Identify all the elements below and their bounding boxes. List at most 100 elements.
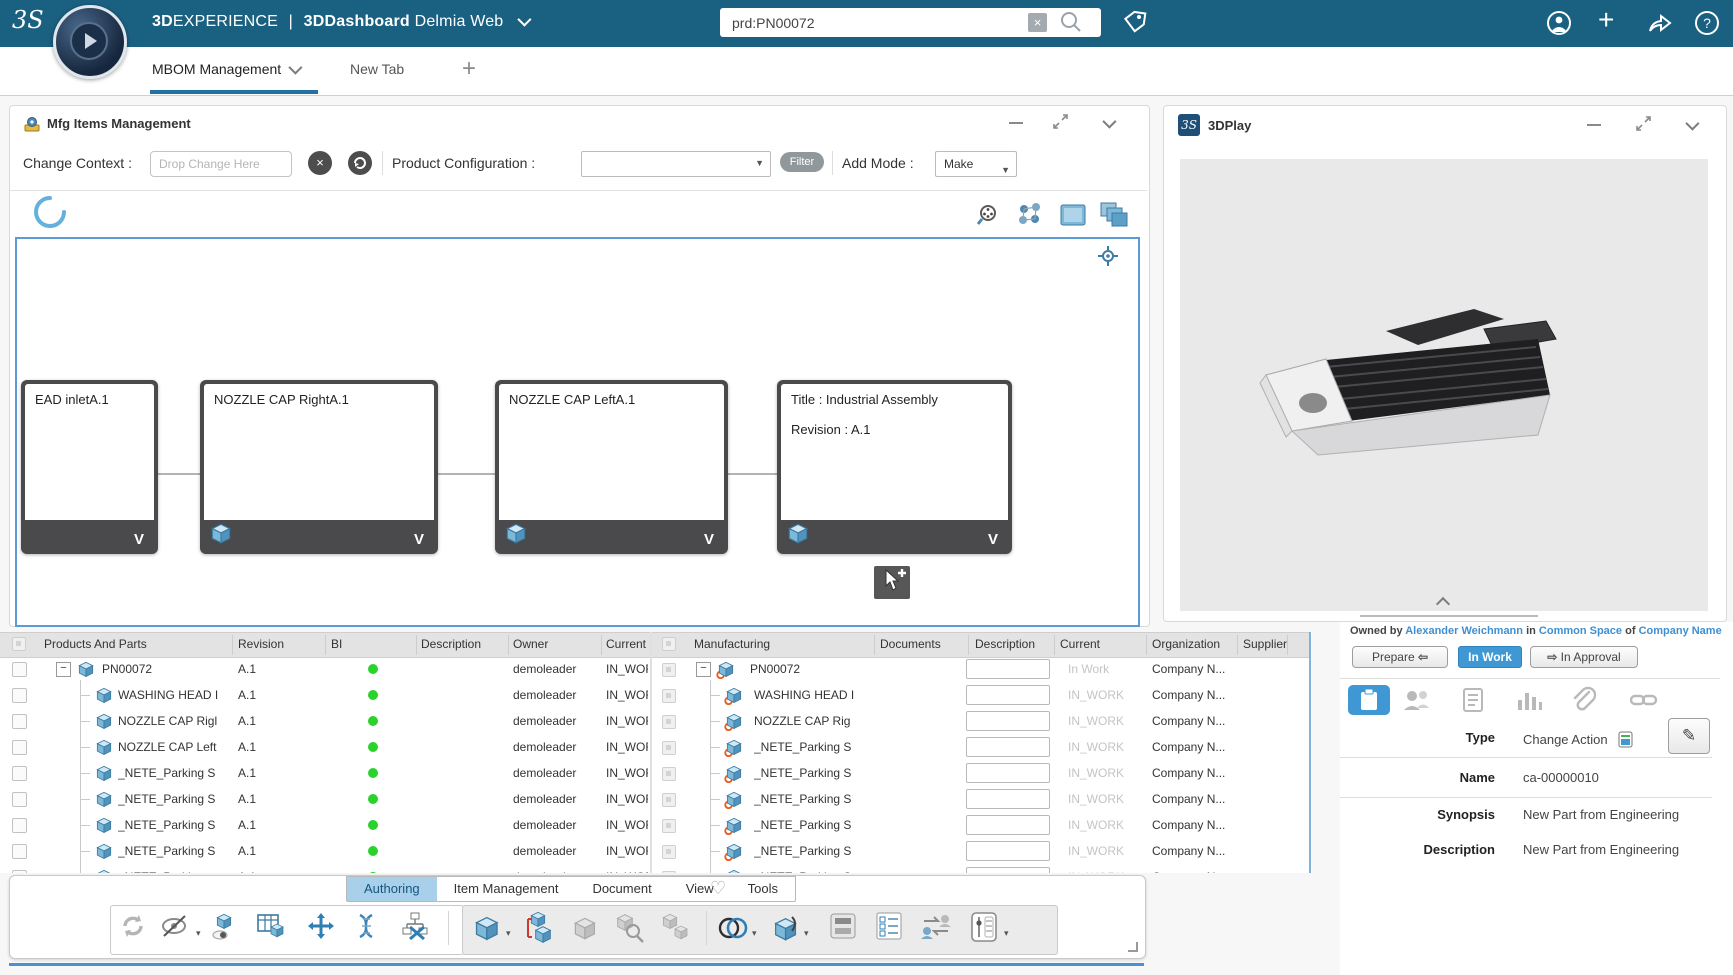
create-mfg-item-icon[interactable] <box>210 911 244 945</box>
collapse-chevron-icon[interactable] <box>1102 115 1116 129</box>
tab-details-icon[interactable] <box>1462 688 1484 717</box>
maximize-icon[interactable] <box>1636 116 1650 130</box>
clear-context-icon[interactable]: × <box>308 151 332 175</box>
col-bi[interactable]: BI <box>331 637 411 651</box>
mfg-card-industrial-assembly[interactable]: Title : Industrial Assembly Revision : A… <box>777 380 1012 554</box>
dropdown-caret-icon[interactable]: ▾ <box>752 928 757 939</box>
flexible-link-icon[interactable] <box>352 911 386 945</box>
search-input[interactable] <box>730 12 1024 34</box>
compare-icon[interactable] <box>716 911 750 945</box>
col-products-and-parts[interactable]: Products And Parts <box>44 637 228 651</box>
dropdown-caret-icon[interactable]: ▾ <box>506 928 511 939</box>
insert-in-table-icon[interactable] <box>256 911 290 945</box>
tab-statistics-icon[interactable] <box>1516 688 1542 717</box>
row-checkbox[interactable] <box>12 662 27 677</box>
tab-properties-clipboard-icon[interactable] <box>1348 685 1390 715</box>
product-row[interactable]: _NETE_ParkingA.1demoleaderIN_WORK <box>0 864 650 873</box>
filter-button[interactable]: Filter <box>780 152 824 172</box>
product-row[interactable]: NOZZLE CAP LeftA.1demoleaderIN_WORK <box>0 734 650 760</box>
viewport-scrollbar[interactable] <box>1360 615 1538 617</box>
tab-links-icon[interactable] <box>1630 688 1658 717</box>
row-checkbox[interactable] <box>12 792 27 807</box>
product-row[interactable]: WASHING HEAD IA.1demoleaderIN_WORK <box>0 682 650 708</box>
col-description[interactable]: Description <box>975 637 1055 651</box>
search-cube-icon[interactable] <box>612 911 646 945</box>
scope-cube-icon[interactable] <box>470 911 504 945</box>
toolbar-tab-authoring[interactable]: Authoring <box>347 877 437 901</box>
dropdown-caret-icon[interactable]: ▾ <box>804 928 809 939</box>
product-row[interactable]: _NETE_Parking SA.1demoleaderIN_WORK <box>0 812 650 838</box>
product-row[interactable]: −PN00072A.1demoleaderIN_WORK <box>0 656 650 682</box>
mfg-row[interactable]: _NETE_Parking SIN_WORKCompany N... <box>652 786 1310 812</box>
tab-attachments-icon[interactable] <box>1570 686 1596 717</box>
mfg-row[interactable]: _NETE_Parking SIN_WORKCompany N... <box>652 760 1310 786</box>
col-current[interactable]: Current <box>1060 637 1140 651</box>
mfg-row[interactable]: _NETE_Parking SIN_WORKCompany N... <box>652 838 1310 864</box>
col-manufacturing[interactable]: Manufacturing <box>694 637 864 651</box>
mfg-row[interactable]: _NETE_Parking SIN_WORKCompany N... <box>652 864 1310 873</box>
edit-properties-button[interactable]: ✎ <box>1668 718 1710 754</box>
fullscreen-view-icon[interactable] <box>1060 204 1086 231</box>
mfg-row[interactable]: NOZZLE CAP RigIN_WORKCompany N... <box>652 708 1310 734</box>
hide-show-icon[interactable] <box>160 911 194 945</box>
description-input[interactable] <box>966 841 1050 861</box>
description-input[interactable] <box>966 763 1050 783</box>
description-input[interactable] <box>966 711 1050 731</box>
product-configuration-select[interactable]: ▼ <box>581 151 771 177</box>
duplicate-cube-icon[interactable] <box>658 911 692 945</box>
3d-viewport[interactable] <box>1180 159 1708 611</box>
select-all-checkbox[interactable] <box>662 637 676 651</box>
tab-members-icon[interactable] <box>1402 688 1430 717</box>
product-row[interactable]: NOZZLE CAP RiglA.1demoleaderIN_WORK <box>0 708 650 734</box>
owner-link[interactable]: Alexander Weichmann <box>1405 625 1523 637</box>
product-row[interactable]: _NETE_Parking SA.1demoleaderIN_WORK <box>0 838 650 864</box>
description-input[interactable] <box>966 685 1050 705</box>
col-owner[interactable]: Owner <box>513 637 593 651</box>
expander-icon[interactable]: − <box>696 662 711 677</box>
unassign-item-icon[interactable] <box>400 911 434 945</box>
app-title[interactable]: 3DEXPERIENCE | 3DDashboard Delmia Web <box>152 13 528 31</box>
description-input[interactable] <box>966 815 1050 835</box>
add-mode-select[interactable]: Make▼ <box>935 151 1017 177</box>
search-box[interactable]: × <box>720 8 1101 37</box>
card-version-badge[interactable]: V <box>988 531 998 548</box>
in-approval-button[interactable]: ⇨ In Approval <box>1530 646 1638 668</box>
network-view-icon[interactable] <box>1016 201 1044 234</box>
select-all-checkbox[interactable] <box>12 637 26 651</box>
search-clear-icon[interactable]: × <box>1028 13 1047 32</box>
expander-icon[interactable]: − <box>56 662 71 677</box>
mfg-card-nozzle-cap-left[interactable]: NOZZLE CAP LeftA.1 V <box>495 380 728 554</box>
tab-mbom-management[interactable]: MBOM Management <box>152 61 299 77</box>
resize-handle[interactable] <box>1128 942 1138 952</box>
row-checkbox[interactable] <box>12 766 27 781</box>
row-checkbox[interactable] <box>12 688 27 703</box>
mfg-row[interactable]: −PN00072In WorkCompany N... <box>652 656 1310 682</box>
expand-up-chevron-icon[interactable] <box>1436 597 1450 611</box>
card-version-badge[interactable]: V <box>704 531 714 548</box>
description-input[interactable] <box>966 789 1050 809</box>
prepare-button[interactable]: Prepare ⇦ <box>1352 646 1448 668</box>
zoom-fit-icon[interactable] <box>976 203 1002 234</box>
col-revision[interactable]: Revision <box>238 637 318 651</box>
mfg-row[interactable]: _NETE_Parking SIN_WORKCompany N... <box>652 734 1310 760</box>
product-row[interactable]: _NETE_Parking SA.1demoleaderIN_WORK <box>0 786 650 812</box>
col-description[interactable]: Description <box>421 637 506 651</box>
refresh-icon[interactable] <box>118 911 152 945</box>
maximize-icon[interactable] <box>1053 114 1067 128</box>
description-input[interactable] <box>966 867 1050 873</box>
cube-scope-variant-icon[interactable] <box>768 911 802 945</box>
ghost-cube-icon[interactable] <box>568 911 602 945</box>
col-current[interactable]: Current <box>606 637 648 651</box>
mfg-card-nozzle-cap-right[interactable]: NOZZLE CAP RightA.1 V <box>200 380 438 554</box>
cascade-windows-icon[interactable] <box>1099 201 1129 234</box>
panel-splitter[interactable] <box>1309 632 1311 873</box>
panel-view-icon[interactable] <box>828 911 862 945</box>
col-supplier[interactable]: Supplier <box>1243 637 1287 651</box>
col-organization[interactable]: Organization <box>1152 637 1237 651</box>
3dcompass-logo[interactable] <box>53 5 127 79</box>
product-row[interactable]: _NETE_Parking SA.1demoleaderIN_WORK <box>0 760 650 786</box>
company-link[interactable]: Company Name <box>1639 625 1722 637</box>
refresh-context-icon[interactable] <box>348 151 372 175</box>
dropdown-caret-icon[interactable]: ▾ <box>1004 928 1009 939</box>
minimize-icon[interactable] <box>1009 122 1023 124</box>
